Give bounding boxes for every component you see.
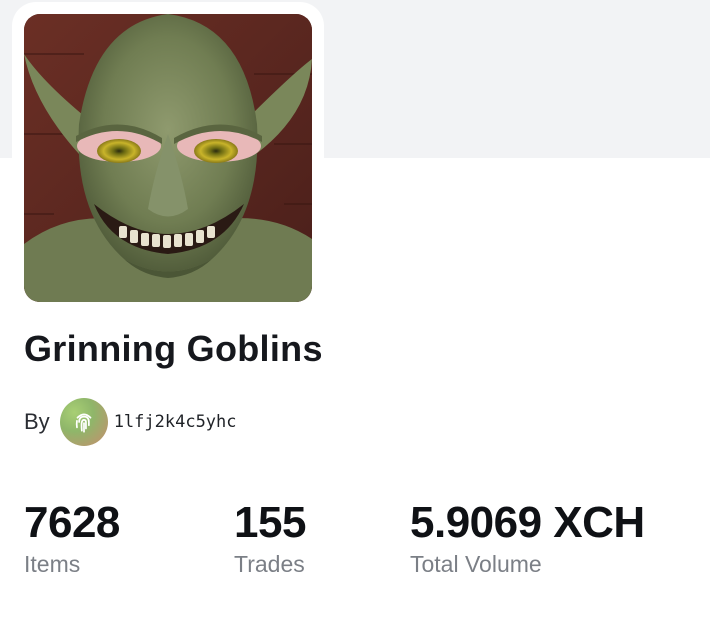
stat-volume: 5.9069 XCH Total Volume bbox=[410, 497, 645, 578]
stat-items-label: Items bbox=[24, 551, 81, 577]
stat-volume-value: 5.9069 XCH bbox=[410, 498, 645, 547]
stat-trades: 155 Trades bbox=[234, 497, 306, 578]
creator-avatar[interactable] bbox=[59, 398, 108, 446]
collection-avatar-image bbox=[24, 14, 312, 302]
stat-items: 7628 Items bbox=[24, 497, 120, 578]
stat-trades-value: 155 bbox=[234, 498, 306, 547]
stat-items-value: 7628 bbox=[24, 498, 120, 547]
collection-title: Grinning Goblins bbox=[24, 328, 323, 369]
by-label: By bbox=[24, 409, 50, 434]
creator-row: By 1lfj2k4c5yhc bbox=[24, 398, 237, 446]
stat-volume-label: Total Volume bbox=[410, 551, 542, 577]
creator-name-link[interactable]: 1lfj2k4c5yhc bbox=[114, 412, 237, 432]
stat-trades-label: Trades bbox=[234, 551, 305, 577]
fingerprint-icon bbox=[75, 413, 92, 433]
collection-page: Grinning Goblins By 1lfj2k4c5yhc 7628 It… bbox=[0, 0, 710, 619]
